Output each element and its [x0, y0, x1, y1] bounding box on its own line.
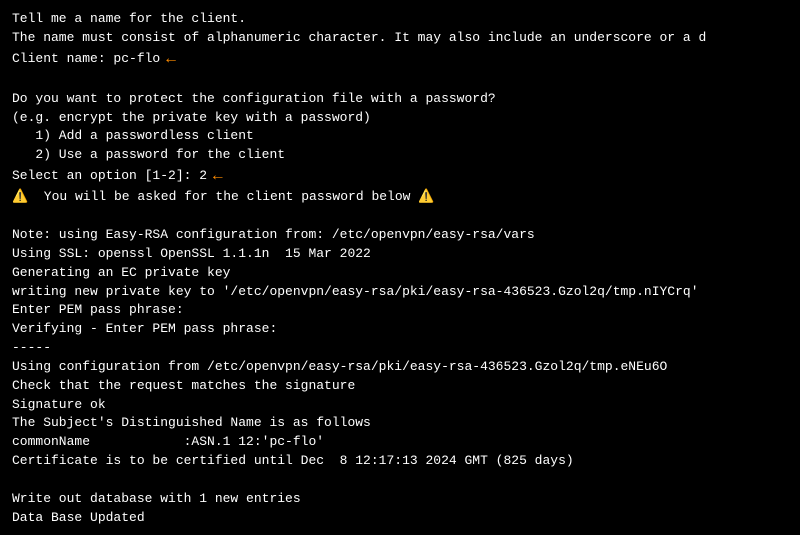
line-22: Certificate is to be certified until Dec…	[12, 452, 788, 471]
line-3: Client name: pc-flo ←	[12, 48, 788, 71]
line-16: -----	[12, 339, 788, 358]
line-14: Enter PEM pass phrase:	[12, 301, 788, 320]
line-blank-3	[12, 471, 788, 490]
line-11: Using SSL: openssl OpenSSL 1.1.1n 15 Mar…	[12, 245, 788, 264]
line-23: Write out database with 1 new entries	[12, 490, 788, 509]
line-5: (e.g. encrypt the private key with a pas…	[12, 109, 788, 128]
line-2: The name must consist of alphanumeric ch…	[12, 29, 788, 48]
line-blank-4	[12, 527, 788, 535]
arrow-2: ←	[213, 165, 223, 188]
line-12: Generating an EC private key	[12, 264, 788, 283]
line-21: commonName :ASN.1 12:'pc-flo'	[12, 433, 788, 452]
line-15: Verifying - Enter PEM pass phrase:	[12, 320, 788, 339]
line-9: ⚠️ You will be asked for the client pass…	[12, 188, 788, 207]
line-8: Select an option [1-2]: 2 ←	[12, 165, 788, 188]
line-7: 2) Use a password for the client	[12, 146, 788, 165]
line-24: Data Base Updated	[12, 509, 788, 528]
line-19: Signature ok	[12, 396, 788, 415]
line-8-text: Select an option [1-2]: 2	[12, 167, 207, 186]
line-1: Tell me a name for the client.	[12, 10, 788, 29]
line-4: Do you want to protect the configuration…	[12, 90, 788, 109]
line-13: writing new private key to '/etc/openvpn…	[12, 283, 788, 302]
line-10: Note: using Easy-RSA configuration from:…	[12, 226, 788, 245]
line-3-text: Client name: pc-flo	[12, 50, 160, 69]
line-18: Check that the request matches the signa…	[12, 377, 788, 396]
terminal: Tell me a name for the client. The name …	[0, 0, 800, 535]
line-17: Using configuration from /etc/openvpn/ea…	[12, 358, 788, 377]
line-blank-1	[12, 71, 788, 90]
arrow-1: ←	[166, 48, 176, 71]
line-20: The Subject's Distinguished Name is as f…	[12, 414, 788, 433]
line-6: 1) Add a passwordless client	[12, 127, 788, 146]
line-blank-2	[12, 207, 788, 226]
